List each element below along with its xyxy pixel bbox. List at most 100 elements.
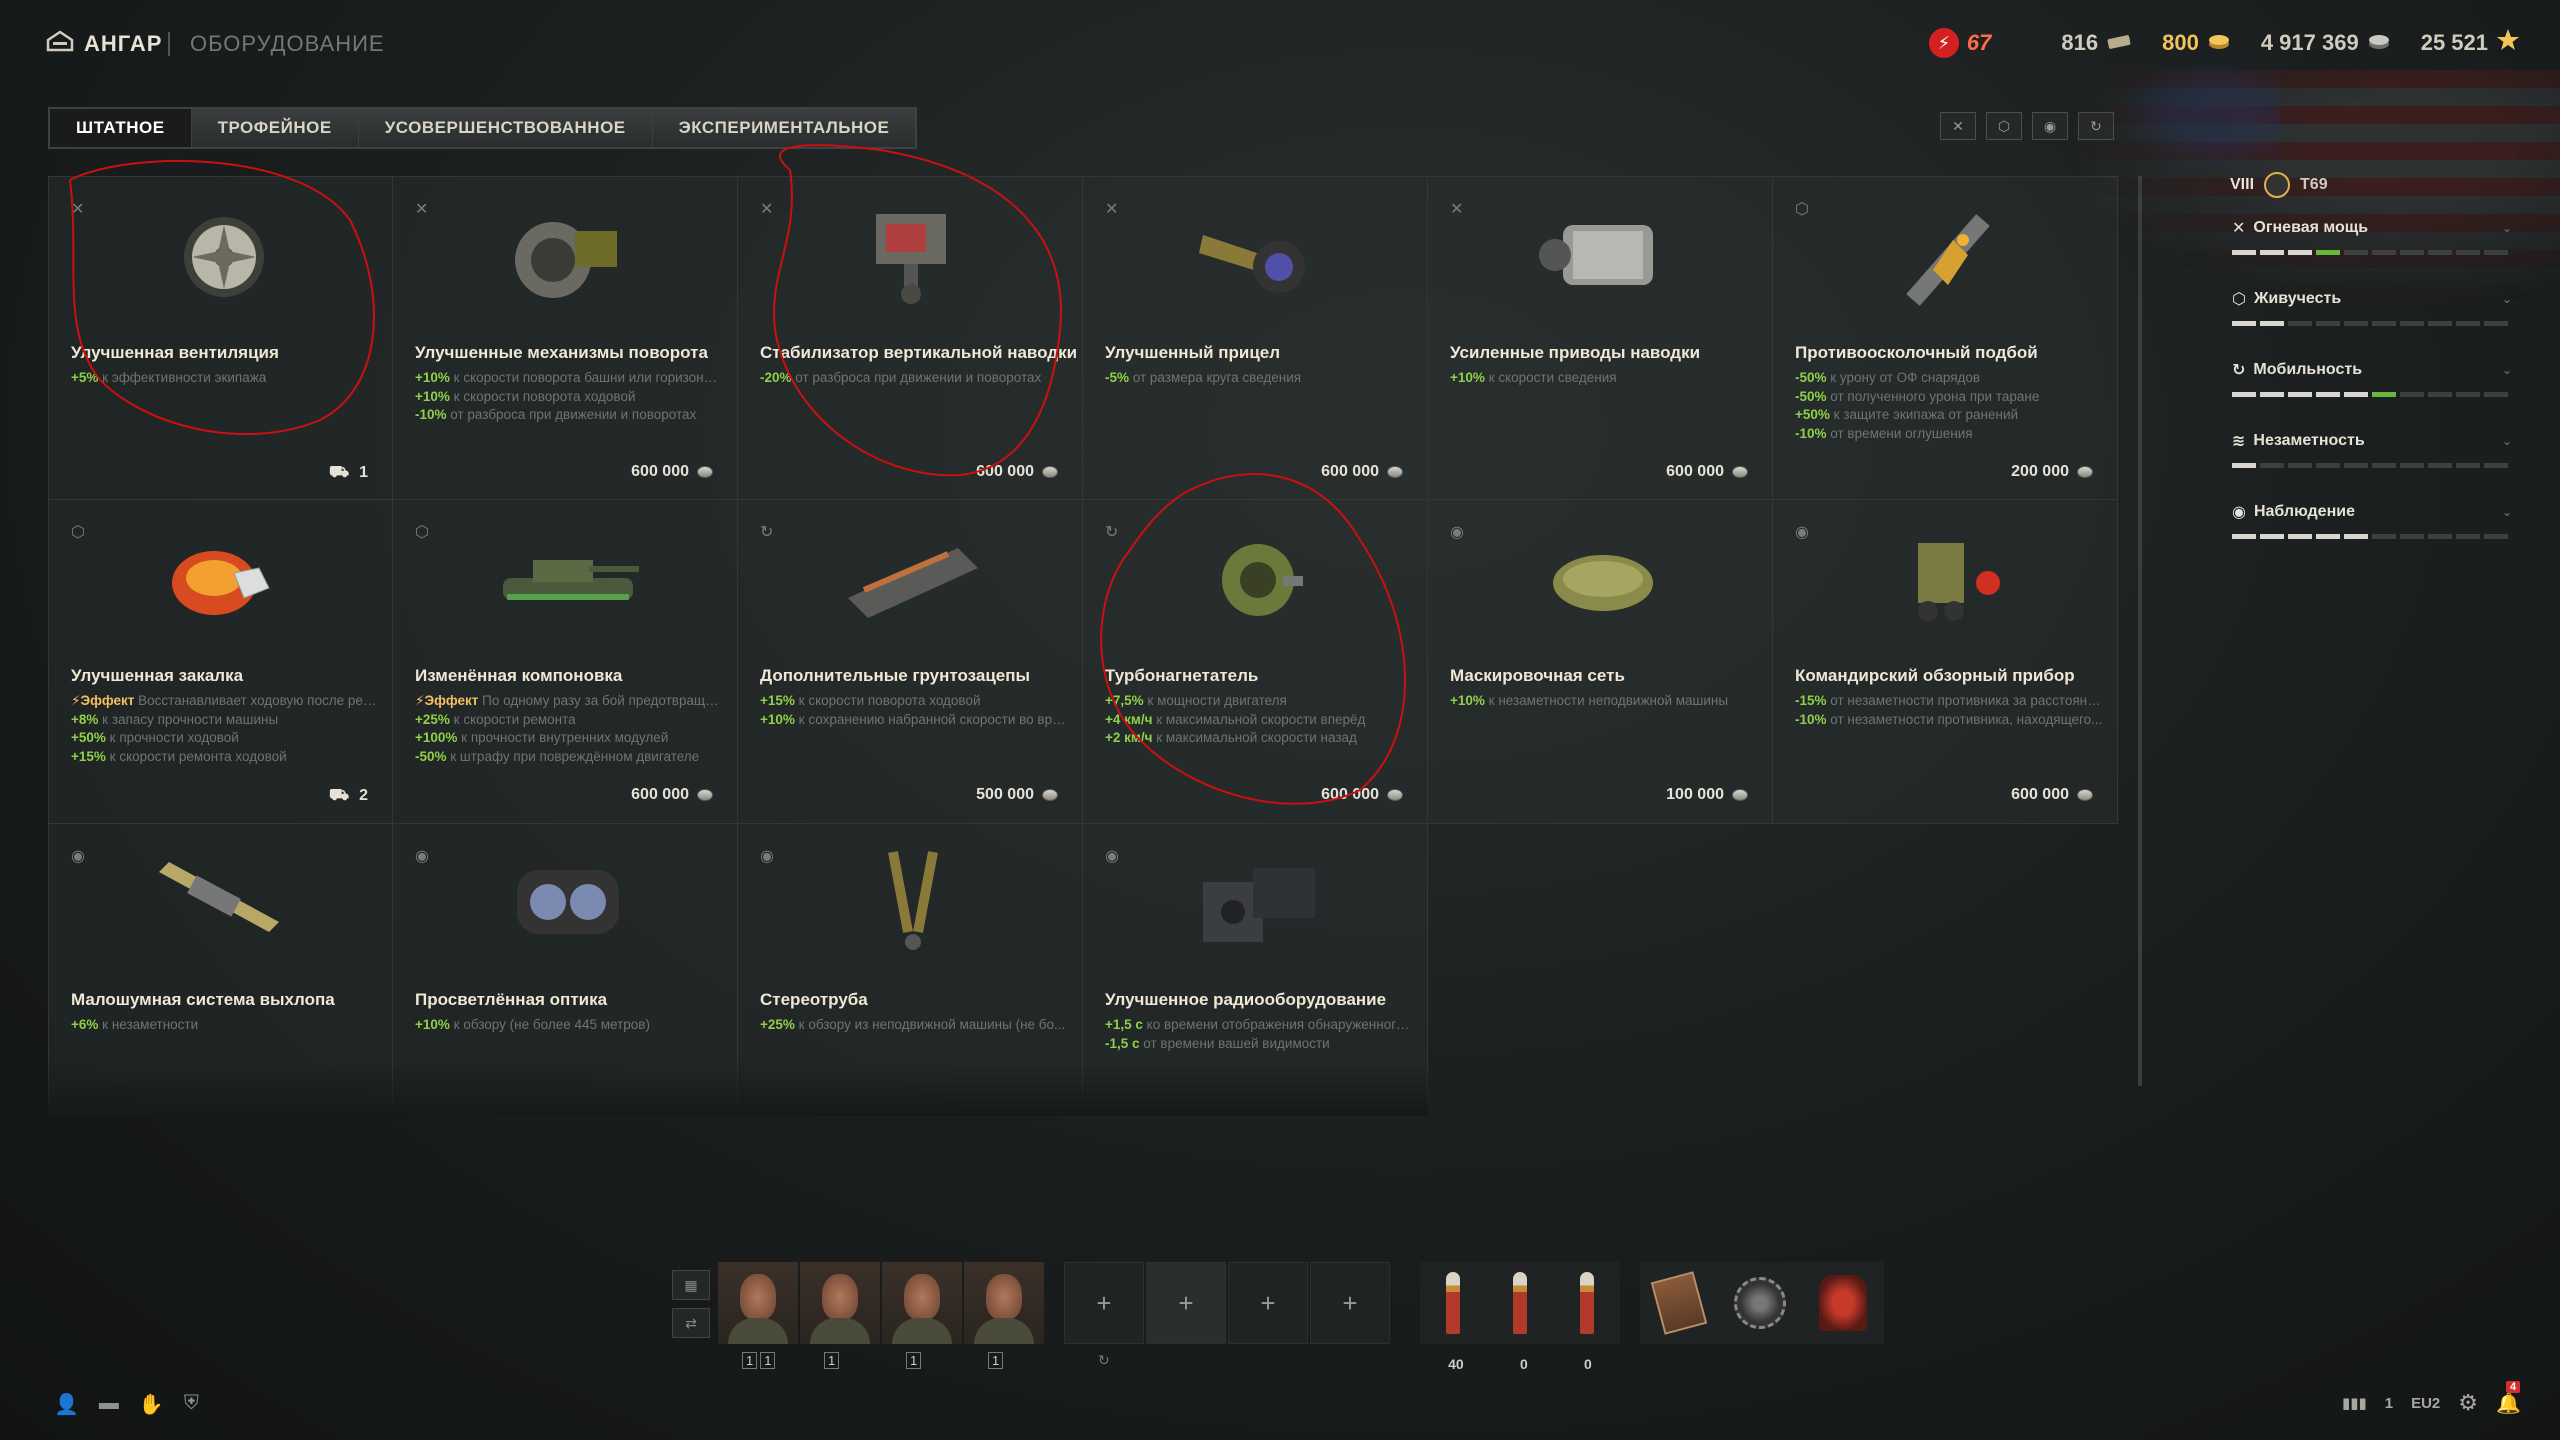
firepower-filter-button[interactable]: ✕ [1940,112,1976,140]
ammo-slots[interactable] [1420,1262,1620,1344]
stat-row[interactable]: ◉ Наблюдение ⌄ [2232,502,2512,573]
equipment-card[interactable]: ✕ Стабилизатор вертикальной наводки -20% о… [738,176,1083,500]
equipment-card[interactable]: ◉ Командирский обзорный прибор -15% от нез… [1773,500,2118,824]
equipment-title: Маскировочная сеть [1450,666,1625,685]
ammo-count: 40 [1448,1356,1464,1372]
stat-row[interactable]: ⬡ Живучесть ⌄ [2232,289,2512,360]
tab-experimental[interactable]: ЭКСПЕРИМЕНТАЛЬНОЕ [652,109,916,147]
equipment-card[interactable]: ✕ Улучшенная вентиляция +5% к эффективност… [48,176,393,500]
equipment-bonuses: +25% к обзору из неподвижной машины (не … [760,1016,1068,1035]
hangar-link[interactable]: АНГАР [46,30,162,57]
chat-icon[interactable]: ▬ [99,1392,119,1417]
bonus-line: +1,5 с ко времени отображения обнаруженн… [1105,1016,1413,1035]
gold-value: 800 [2162,30,2199,55]
survivability-filter-button[interactable]: ⬡ [1986,112,2022,140]
stat-bar-segment [2400,321,2424,326]
crew-member[interactable]: 1 [882,1262,962,1369]
stat-bar [2232,463,2512,468]
bonus-value: -10% [415,407,447,422]
stat-bar-segment [2372,392,2396,397]
stat-bar-segment [2372,250,2396,255]
bell-icon: 🔔 [2496,1393,2521,1415]
tab-trophy[interactable]: ТРОФЕЙНОЕ [191,109,359,147]
tab-standard[interactable]: ШТАТНОЕ [50,109,192,147]
skill-level: 1 [906,1352,922,1369]
equipment-title: Турбонагнетатель [1105,666,1259,685]
ap-shell-icon [1446,1272,1461,1334]
bonus-text: к прочности внутренних модулей [457,730,669,745]
crew-swap-button[interactable]: ⇄ [672,1308,710,1338]
stat-bar [2232,321,2512,326]
settings-icon[interactable]: ⚙ [2458,1390,2478,1416]
clan-icon[interactable]: ⛨ [184,1392,199,1417]
equipment-slot-2[interactable]: + [1146,1262,1226,1344]
stat-bar-segment [2456,534,2480,539]
equipment-title: Командирский обзорный прибор [1795,666,2075,685]
price-value: 600 000 [1321,786,1379,803]
equipment-card[interactable]: ↻ Дополнительные грунтозацепы +15% к скоро… [738,500,1083,824]
equipment-slot-3[interactable]: + [1228,1262,1308,1344]
bonus-value: +2 км/ч [1105,730,1153,745]
equipment-price: 100 000 [1666,786,1748,804]
stat-bar-segment [2456,463,2480,468]
equipment-card[interactable]: ↻ Турбонагнетатель +7,5% к мощности двигат… [1083,500,1428,824]
system-bar: ▮▮▮ 1 EU2 ⚙ 🔔 4 [2342,1381,2521,1416]
grid-scrollbar[interactable] [2138,176,2142,1086]
equipment-image [483,842,653,962]
credits-balance[interactable]: 4 917 369 [2261,30,2391,56]
stat-row[interactable]: ↻ Мобильность ⌄ [2232,360,2512,431]
equipment-bonuses: +10% к скорости поворота башни или гориз… [415,369,723,425]
consumable-slots[interactable] [1640,1262,1884,1344]
crew-member[interactable]: 1 [800,1262,880,1369]
bonus-text: от полученного урона при таране [1826,388,2040,404]
crew-member[interactable]: 1 [964,1262,1044,1369]
equipment-slot-1[interactable]: + [1064,1262,1144,1344]
equipment-title: Усиленные приводы наводки [1450,343,1701,362]
stat-bar-segment [2456,321,2480,326]
platoon-icon[interactable]: ✋ [139,1392,164,1417]
barracks-button[interactable]: ▦ [672,1270,710,1300]
bonus-text: к мощности двигателя [1143,693,1287,708]
equipment-card[interactable]: ◉ Маскировочная сеть +10% к незаметности н… [1428,500,1773,824]
equipment-card[interactable]: ⬡ Улучшенная закалка ⚡Эффект Восстанавлива… [48,500,393,824]
bonus-line: -50% от полученного урона при таране [1795,388,2103,407]
tank-class-icon [2264,172,2291,198]
stat-row[interactable]: ✕ Огневая мощь ⌄ [2232,218,2512,289]
bonus-text: к скорости поворота ходовой [794,693,981,708]
equipment-price: 600 000 [976,463,1058,481]
equipment-card[interactable]: ✕ Усиленные приводы наводки +10% к скорост… [1428,176,1773,500]
notifications-button[interactable]: 🔔 4 [2496,1381,2521,1415]
bonds-icon [2106,30,2132,56]
gold-balance[interactable]: 800 [2162,30,2231,56]
server-label[interactable]: EU2 [2411,1395,2440,1412]
bonus-text: от незаметности противника, находящего..… [1826,711,2103,727]
bonus-text: к защите экипажа от ранений [1829,407,2019,422]
equipment-image [1863,195,2033,315]
equipment-card[interactable]: ✕ Улучшенные механизмы поворота +10% к ско… [393,176,738,500]
stat-bar-segment [2372,534,2396,539]
spotting-icon: ◉ [1105,848,1119,865]
bonus-line: +8% к запасу прочности машины [71,711,379,730]
bonus-line: +10% к скорости поворота ходовой [415,388,723,407]
bonds-balance[interactable]: 816 [2061,30,2132,56]
equipment-bonuses: +10% к незаметности неподвижной машины [1450,692,1758,711]
equipment-price: 600 000 [2011,786,2093,804]
equipment-slot-4[interactable]: + [1310,1262,1390,1344]
mobility-icon: ↻ [1105,524,1119,541]
free-xp-balance[interactable]: 25 521 [2421,28,2520,58]
profile-icon[interactable]: 👤 [54,1392,79,1417]
boost-counter[interactable]: ⚡ 67 [1928,28,1991,58]
stat-row[interactable]: ≋ Незаметность ⌄ [2232,431,2512,502]
equipment-bonuses: -20% от разброса при движении и поворота… [760,369,1068,388]
credits-icon [1732,789,1748,801]
equipment-bonuses: ⚡Эффект По одному разу за бой предотвращ… [415,692,723,766]
bonus-line: +50% к защите экипажа от ранений [1795,406,2103,425]
tab-improved[interactable]: УСОВЕРШЕНСТВОВАННОЕ [358,109,653,147]
equipment-card[interactable]: ⬡ Изменённая компоновка ⚡Эффект По одному … [393,500,738,824]
bonus-value: +10% [760,711,795,727]
crew-member[interactable]: 11 [718,1262,798,1369]
equipment-bonuses: -50% к урону от ОФ снарядов -50% от получ… [1795,369,2103,443]
equipment-card[interactable]: ✕ Улучшенный прицел -5% от размера круга с… [1083,176,1428,500]
crew-portrait [904,1274,940,1320]
bonus-line: +4 км/ч к максимальной скорости вперёд [1105,711,1413,730]
